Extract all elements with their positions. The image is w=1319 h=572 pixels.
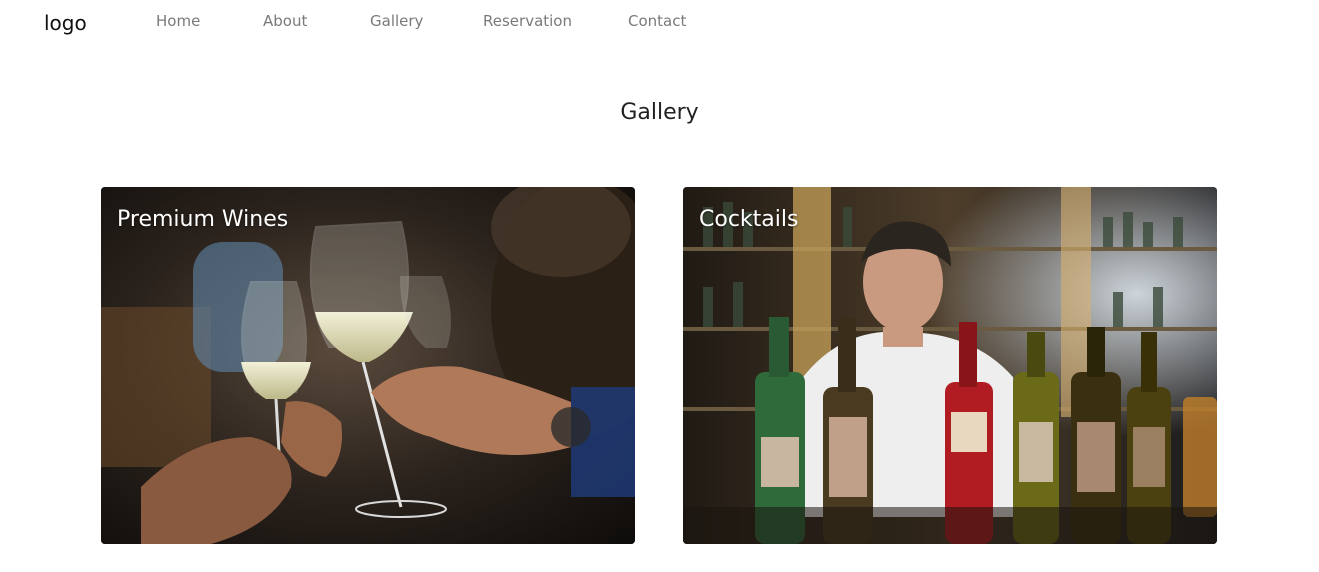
gallery-card-cocktails[interactable]: Cocktails [683, 187, 1217, 544]
page-title: Gallery [620, 100, 699, 125]
logo[interactable]: logo [44, 11, 87, 35]
nav-link-about[interactable]: About [263, 12, 307, 30]
nav-link-home[interactable]: Home [156, 12, 200, 30]
card-title: Premium Wines [117, 207, 289, 232]
nav-link-contact[interactable]: Contact [628, 12, 686, 30]
nav-link-gallery[interactable]: Gallery [370, 12, 423, 30]
navbar: logo Home About Gallery Reservation Cont… [0, 0, 1319, 46]
gallery-card-premium-wines[interactable]: Premium Wines [101, 187, 635, 544]
bartender-photo [683, 187, 1217, 544]
wine-toast-photo [101, 187, 635, 544]
nav-link-reservation[interactable]: Reservation [483, 12, 572, 30]
card-title: Cocktails [699, 207, 799, 232]
